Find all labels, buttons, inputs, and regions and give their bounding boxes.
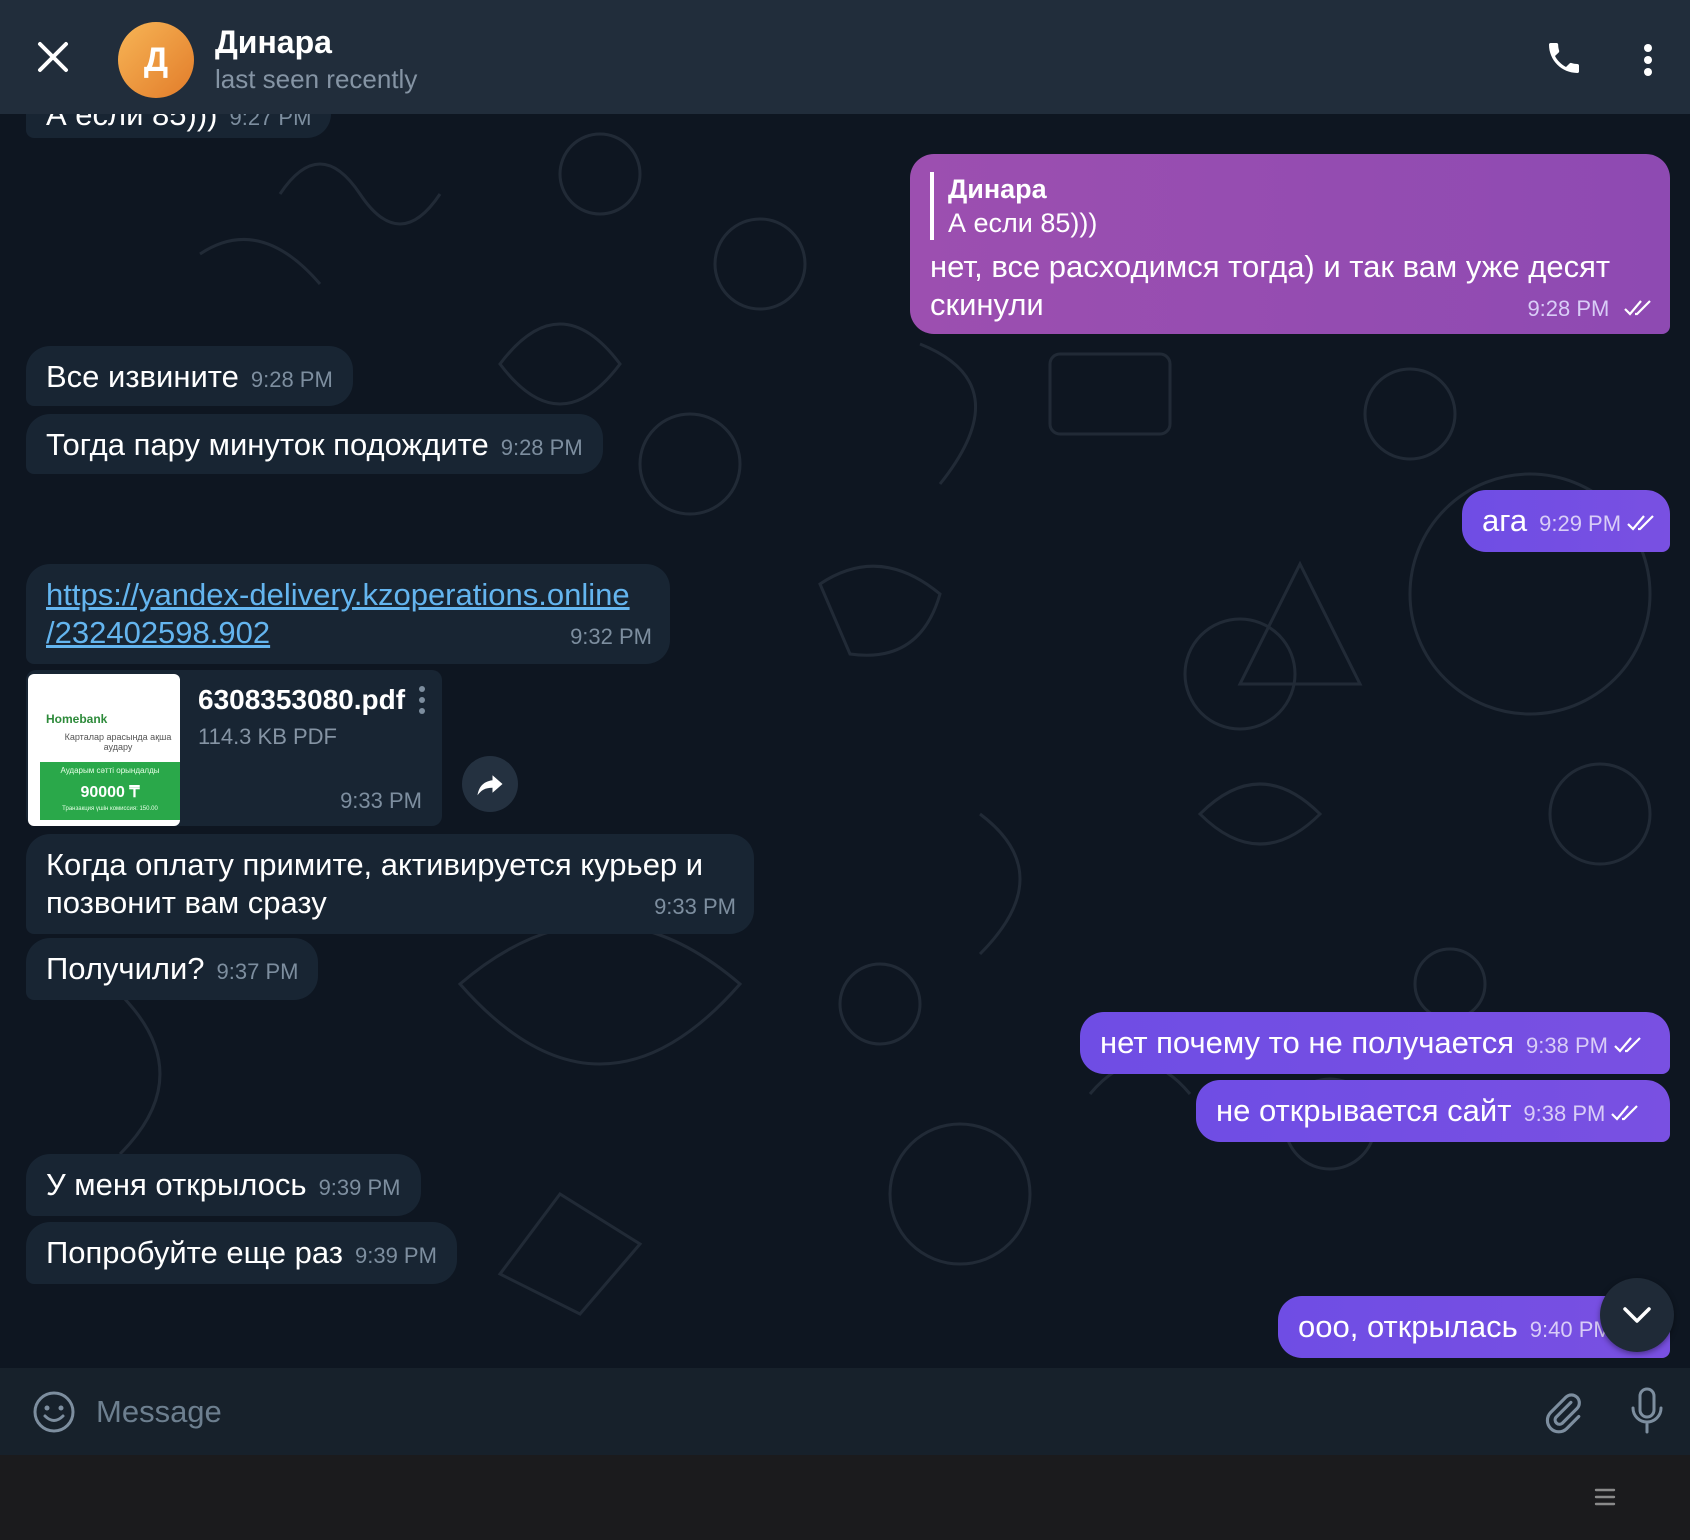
message-time: 9:28 PM xyxy=(250,367,333,392)
message-time: 9:33 PM xyxy=(340,788,422,813)
thumb-brand: Homebank xyxy=(46,712,108,726)
close-icon[interactable] xyxy=(32,36,74,78)
message-time: 9:39 PM xyxy=(318,1175,401,1200)
message-incoming[interactable]: У меня открылось 9:39 PM xyxy=(26,1154,421,1216)
message-time: 9:38 PM xyxy=(1523,1101,1606,1126)
scroll-down-button[interactable] xyxy=(1600,1278,1674,1352)
message-incoming[interactable]: Тогда пару минуток подождите 9:28 PM xyxy=(26,414,603,474)
message-outgoing[interactable]: Динара А если 85))) нет, все расходимся … xyxy=(910,154,1670,334)
message-time: 9:29 PM xyxy=(1539,511,1622,536)
forward-icon xyxy=(477,775,503,796)
double-check-icon xyxy=(1611,1105,1639,1121)
message-text: У меня открылось xyxy=(46,1167,307,1202)
double-check-icon xyxy=(1614,1037,1641,1053)
message-incoming[interactable]: Попробуйте еще раз 9:39 PM xyxy=(26,1222,457,1284)
message-time: 9:33 PM xyxy=(654,894,736,919)
file-message[interactable]: Homebank Карталар арасында ақша аудару А… xyxy=(26,670,442,826)
thumb-fee: Транзакция үшін комиссия: 150.00 xyxy=(62,806,158,812)
message-time: 9:28 PM xyxy=(500,435,583,460)
message-incoming[interactable]: А если 85))) 9:27 PM xyxy=(26,114,332,138)
message-incoming[interactable]: Все извините 9:28 PM xyxy=(26,346,353,406)
message-text: Попробуйте еще раз xyxy=(46,1235,343,1270)
emoji-icon[interactable] xyxy=(32,1390,76,1434)
message-incoming[interactable]: Получили? 9:37 PM xyxy=(26,938,319,1000)
thumb-text: Карталар арасында ақша аудару xyxy=(64,732,172,752)
contact-status: last seen recently xyxy=(215,64,418,94)
message-time: 9:39 PM xyxy=(354,1243,437,1268)
microphone-icon[interactable] xyxy=(1628,1386,1666,1436)
message-link[interactable]: https://yandex-delivery.kzoperations.onl… xyxy=(46,576,650,614)
message-input[interactable] xyxy=(94,1386,1498,1438)
message-incoming[interactable]: https://yandex-delivery.kzoperations.onl… xyxy=(26,564,670,664)
message-time: 9:38 PM xyxy=(1526,1033,1608,1058)
message-time: 9:40 PM xyxy=(1529,1317,1612,1342)
thumb-amount: 90000 ₸ xyxy=(80,784,140,801)
phone-icon[interactable] xyxy=(1544,38,1584,78)
message-text: Когда оплату примите, активируется курье… xyxy=(46,847,704,882)
more-vert-icon[interactable] xyxy=(1630,40,1666,80)
message-list[interactable]: А если 85))) 9:27 PM Динара А если 85))) … xyxy=(0,114,1690,1368)
contact-name[interactable]: Динара xyxy=(215,24,332,61)
double-check-icon xyxy=(1627,515,1654,531)
message-outgoing[interactable]: ага 9:29 PM xyxy=(1462,490,1670,552)
file-menu-icon[interactable] xyxy=(414,684,430,716)
message-text: Тогда пару минуток подождите xyxy=(46,427,489,462)
message-time: 9:32 PM xyxy=(570,624,652,649)
attach-icon[interactable] xyxy=(1542,1390,1584,1434)
reply-quote[interactable]: Динара А если 85))) xyxy=(930,172,1650,240)
file-name[interactable]: 6308353080.pdf xyxy=(198,684,405,716)
file-size: 114.3 KB PDF xyxy=(198,724,337,749)
chat-window: Д Динара last seen recently А если 85)))… xyxy=(0,0,1690,1455)
nav-menu-icon[interactable] xyxy=(1594,1487,1616,1507)
avatar[interactable]: Д xyxy=(118,22,194,98)
double-check-icon xyxy=(1624,300,1651,316)
message-text: А если 85))) xyxy=(46,114,218,132)
reply-text: А если 85))) xyxy=(948,208,1098,238)
message-text-cont: позвонит вам сразу xyxy=(46,885,327,920)
message-time: 9:28 PM xyxy=(1527,296,1610,321)
message-text: Получили? xyxy=(46,951,205,986)
message-incoming[interactable]: Когда оплату примите, активируется курье… xyxy=(26,834,754,934)
message-text: не открывается сайт xyxy=(1216,1093,1512,1128)
message-text: нет почему то не получается xyxy=(1100,1025,1515,1060)
message-time: 9:27 PM xyxy=(229,114,312,130)
chat-header: Д Динара last seen recently xyxy=(0,0,1690,114)
message-text: ага xyxy=(1482,503,1528,538)
message-composer xyxy=(0,1368,1690,1455)
reply-author: Динара xyxy=(948,174,1047,204)
forward-button[interactable] xyxy=(462,756,518,812)
pdf-thumbnail[interactable]: Homebank Карталар арасында ақша аудару А… xyxy=(28,674,180,826)
message-time: 9:37 PM xyxy=(216,959,299,984)
thumb-amount-box: Аударым сәтті орындалды 90000 ₸ Транзакц… xyxy=(40,762,180,820)
thumb-status: Аударым сәтті орындалды xyxy=(60,766,160,775)
message-outgoing[interactable]: не открывается сайт 9:38 PM xyxy=(1196,1080,1670,1142)
chevron-down-icon xyxy=(1623,1307,1651,1323)
message-text: Все извините xyxy=(46,359,239,394)
message-text: ооо, открылась xyxy=(1298,1309,1518,1344)
message-outgoing[interactable]: нет почему то не получается 9:38 PM xyxy=(1080,1012,1670,1074)
message-link-cont[interactable]: /232402598.902 xyxy=(46,614,650,652)
